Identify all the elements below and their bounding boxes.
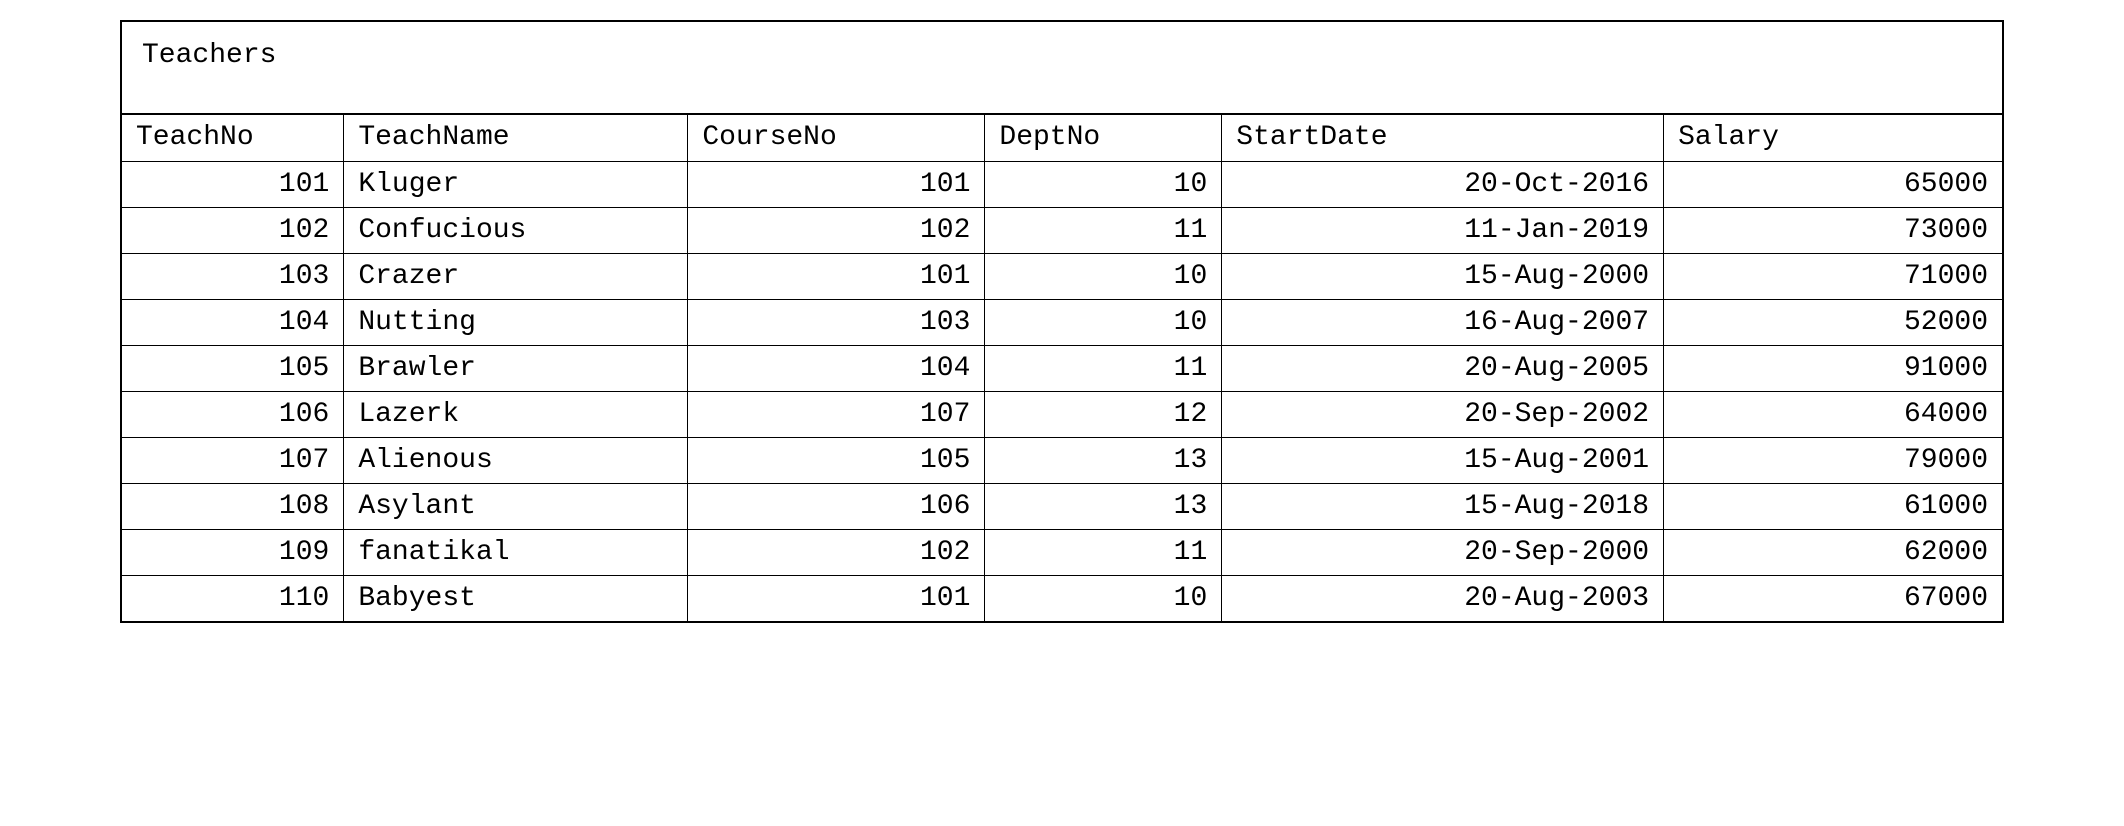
cell-salary: 65000 xyxy=(1664,161,2002,207)
col-deptno: DeptNo xyxy=(985,115,1222,161)
cell-teachName: Lazerk xyxy=(344,391,688,437)
cell-salary: 52000 xyxy=(1664,299,2002,345)
table-row: 110Babyest1011020-Aug-200367000 xyxy=(122,575,2002,621)
cell-teachName: Crazer xyxy=(344,253,688,299)
cell-teachName: Confucious xyxy=(344,207,688,253)
cell-deptNo: 13 xyxy=(985,483,1222,529)
cell-salary: 79000 xyxy=(1664,437,2002,483)
cell-teachName: Asylant xyxy=(344,483,688,529)
cell-deptNo: 12 xyxy=(985,391,1222,437)
cell-deptNo: 10 xyxy=(985,575,1222,621)
table-row: 105Brawler1041120-Aug-200591000 xyxy=(122,345,2002,391)
cell-startDate: 20-Sep-2000 xyxy=(1222,529,1664,575)
cell-startDate: 15-Aug-2001 xyxy=(1222,437,1664,483)
cell-deptNo: 11 xyxy=(985,345,1222,391)
cell-courseNo: 103 xyxy=(688,299,985,345)
table-row: 107Alienous1051315-Aug-200179000 xyxy=(122,437,2002,483)
cell-teachNo: 110 xyxy=(122,575,344,621)
cell-teachName: Nutting xyxy=(344,299,688,345)
cell-teachName: Alienous xyxy=(344,437,688,483)
cell-startDate: 11-Jan-2019 xyxy=(1222,207,1664,253)
col-startdate: StartDate xyxy=(1222,115,1664,161)
cell-salary: 61000 xyxy=(1664,483,2002,529)
table-row: 108Asylant1061315-Aug-201861000 xyxy=(122,483,2002,529)
cell-salary: 64000 xyxy=(1664,391,2002,437)
cell-teachNo: 108 xyxy=(122,483,344,529)
cell-salary: 67000 xyxy=(1664,575,2002,621)
table-row: 109fanatikal1021120-Sep-200062000 xyxy=(122,529,2002,575)
col-courseno: CourseNo xyxy=(688,115,985,161)
cell-salary: 62000 xyxy=(1664,529,2002,575)
table-row: 101Kluger1011020-Oct-201665000 xyxy=(122,161,2002,207)
cell-teachNo: 101 xyxy=(122,161,344,207)
table-row: 102Confucious1021111-Jan-201973000 xyxy=(122,207,2002,253)
cell-deptNo: 11 xyxy=(985,529,1222,575)
table-row: 104Nutting1031016-Aug-200752000 xyxy=(122,299,2002,345)
cell-teachName: Babyest xyxy=(344,575,688,621)
table-row: 103Crazer1011015-Aug-200071000 xyxy=(122,253,2002,299)
cell-teachName: Kluger xyxy=(344,161,688,207)
cell-deptNo: 11 xyxy=(985,207,1222,253)
cell-courseNo: 102 xyxy=(688,207,985,253)
cell-salary: 73000 xyxy=(1664,207,2002,253)
cell-teachName: fanatikal xyxy=(344,529,688,575)
table-body: 101Kluger1011020-Oct-201665000102Confuci… xyxy=(122,161,2002,621)
cell-deptNo: 10 xyxy=(985,161,1222,207)
cell-startDate: 20-Sep-2002 xyxy=(1222,391,1664,437)
cell-courseNo: 101 xyxy=(688,575,985,621)
cell-teachNo: 105 xyxy=(122,345,344,391)
cell-startDate: 15-Aug-2018 xyxy=(1222,483,1664,529)
teachers-table-wrapper: Teachers TeachNo TeachName CourseNo Dept… xyxy=(120,20,2004,623)
cell-startDate: 20-Aug-2005 xyxy=(1222,345,1664,391)
cell-courseNo: 101 xyxy=(688,161,985,207)
cell-deptNo: 10 xyxy=(985,253,1222,299)
table-row: 106Lazerk1071220-Sep-200264000 xyxy=(122,391,2002,437)
cell-teachNo: 109 xyxy=(122,529,344,575)
cell-teachNo: 103 xyxy=(122,253,344,299)
teachers-table: TeachNo TeachName CourseNo DeptNo StartD… xyxy=(122,115,2002,621)
cell-courseNo: 101 xyxy=(688,253,985,299)
cell-salary: 71000 xyxy=(1664,253,2002,299)
cell-deptNo: 13 xyxy=(985,437,1222,483)
cell-teachNo: 107 xyxy=(122,437,344,483)
cell-startDate: 15-Aug-2000 xyxy=(1222,253,1664,299)
cell-startDate: 20-Oct-2016 xyxy=(1222,161,1664,207)
col-salary: Salary xyxy=(1664,115,2002,161)
col-teachname: TeachName xyxy=(344,115,688,161)
cell-deptNo: 10 xyxy=(985,299,1222,345)
cell-teachNo: 104 xyxy=(122,299,344,345)
table-header-row: TeachNo TeachName CourseNo DeptNo StartD… xyxy=(122,115,2002,161)
cell-teachNo: 102 xyxy=(122,207,344,253)
cell-startDate: 16-Aug-2007 xyxy=(1222,299,1664,345)
cell-teachName: Brawler xyxy=(344,345,688,391)
cell-courseNo: 102 xyxy=(688,529,985,575)
cell-courseNo: 107 xyxy=(688,391,985,437)
cell-teachNo: 106 xyxy=(122,391,344,437)
cell-salary: 91000 xyxy=(1664,345,2002,391)
cell-courseNo: 106 xyxy=(688,483,985,529)
cell-courseNo: 104 xyxy=(688,345,985,391)
cell-startDate: 20-Aug-2003 xyxy=(1222,575,1664,621)
col-teachno: TeachNo xyxy=(122,115,344,161)
cell-courseNo: 105 xyxy=(688,437,985,483)
table-title: Teachers xyxy=(122,22,2002,115)
